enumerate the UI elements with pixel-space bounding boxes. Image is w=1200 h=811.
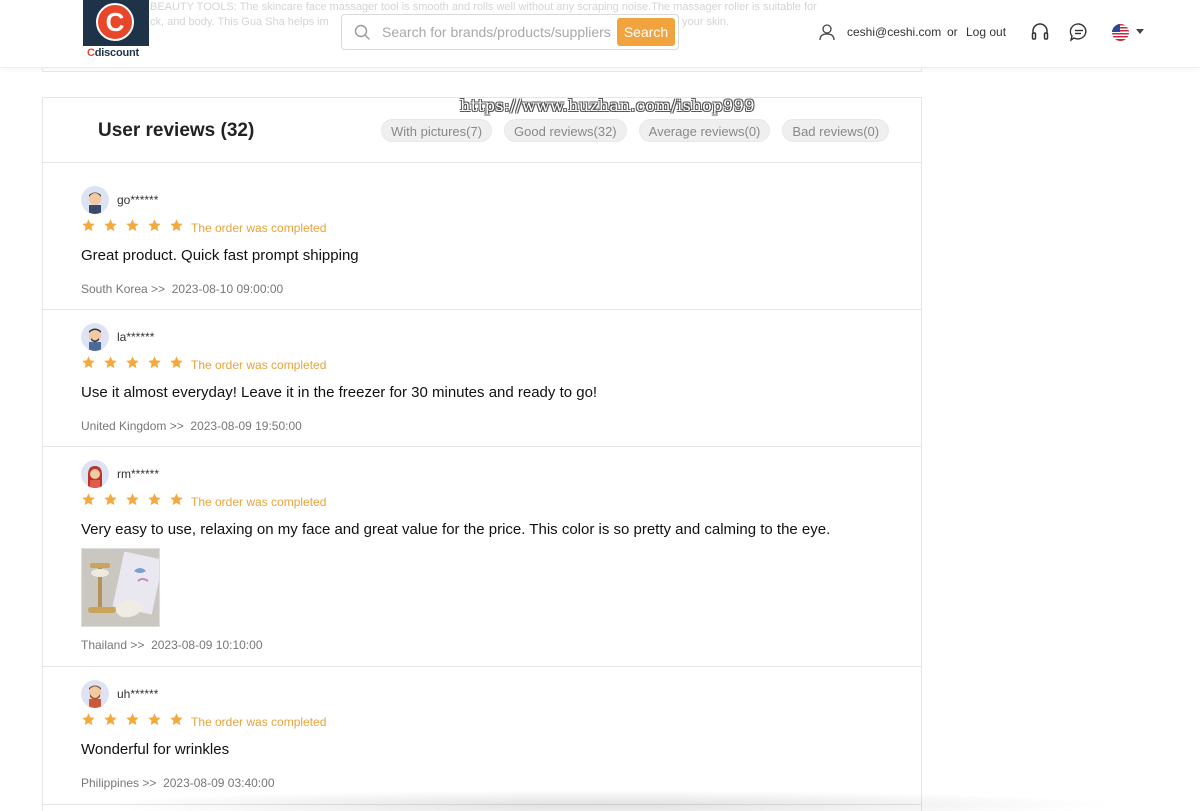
review-item: go****** The order was completed Great p… bbox=[43, 163, 921, 310]
star-icon bbox=[104, 493, 117, 506]
logout-link[interactable]: Log out bbox=[966, 25, 1006, 39]
chat-icon[interactable] bbox=[1069, 22, 1089, 42]
star-rating bbox=[81, 712, 191, 727]
star-icon bbox=[148, 493, 161, 506]
star-icon bbox=[170, 493, 183, 506]
filter-average-reviews[interactable]: Average reviews(0) bbox=[638, 119, 771, 142]
review-photo[interactable] bbox=[81, 548, 160, 627]
reviewer-name: uh****** bbox=[117, 687, 159, 701]
review-date: 2023-08-10 09:00:00 bbox=[171, 282, 284, 296]
review-meta: South Korea >> 2023-08-10 09:00:00 bbox=[81, 282, 283, 296]
review-country: United Kingdom >> bbox=[81, 419, 184, 433]
review-item: la****** The order was completed Use it … bbox=[43, 310, 921, 447]
logo-box: C bbox=[83, 0, 149, 46]
order-status: The order was completed bbox=[191, 221, 327, 235]
headset-icon[interactable] bbox=[1030, 22, 1050, 42]
user-icon[interactable] bbox=[818, 23, 836, 41]
star-icon bbox=[126, 219, 139, 232]
star-icon bbox=[82, 219, 95, 232]
star-icon bbox=[170, 219, 183, 232]
review-country: Philippines >> bbox=[81, 776, 157, 790]
avatar bbox=[81, 186, 109, 214]
review-country: South Korea >> bbox=[81, 282, 166, 296]
star-rating bbox=[81, 355, 191, 370]
search-button[interactable]: Search bbox=[617, 18, 675, 46]
search-input[interactable] bbox=[382, 15, 612, 49]
star-icon bbox=[104, 356, 117, 369]
avatar bbox=[81, 680, 109, 708]
review-date: 2023-08-09 19:50:00 bbox=[190, 419, 302, 433]
star-icon bbox=[82, 493, 95, 506]
us-flag-icon[interactable] bbox=[1112, 24, 1129, 41]
user-email[interactable]: ceshi@ceshi.com bbox=[847, 25, 941, 39]
search-bar: Search bbox=[341, 14, 679, 50]
logo-c-icon: C bbox=[96, 3, 134, 41]
star-icon bbox=[82, 713, 95, 726]
star-icon bbox=[148, 713, 161, 726]
star-icon bbox=[126, 356, 139, 369]
logo-wordmark: Cdiscount bbox=[87, 47, 139, 59]
reviewer-name: rm****** bbox=[117, 467, 160, 481]
reviewer-name: la****** bbox=[117, 330, 155, 344]
review-meta: United Kingdom >> 2023-08-09 19:50:00 bbox=[81, 419, 302, 433]
bottom-shadow bbox=[80, 790, 1120, 811]
order-status: The order was completed bbox=[191, 715, 327, 729]
star-icon bbox=[170, 356, 183, 369]
cdiscount-logo[interactable]: C Cdiscount bbox=[83, 0, 149, 62]
star-rating bbox=[81, 492, 191, 507]
avatar bbox=[81, 460, 109, 488]
star-icon bbox=[148, 356, 161, 369]
star-icon bbox=[170, 713, 183, 726]
product-description-box bbox=[42, 68, 922, 72]
filter-good-reviews[interactable]: Good reviews(32) bbox=[504, 119, 627, 142]
review-text: Wonderful for wrinkles bbox=[81, 741, 230, 758]
star-icon bbox=[126, 493, 139, 506]
star-icon bbox=[126, 713, 139, 726]
filter-with-pictures[interactable]: With pictures(7) bbox=[381, 119, 493, 142]
site-header: C Cdiscount Search ceshi@ceshi.com or Lo… bbox=[0, 0, 1200, 68]
star-rating bbox=[81, 218, 191, 233]
review-text: Great product. Quick fast prompt shippin… bbox=[81, 247, 359, 264]
review-text: Use it almost everyday! Leave it in the … bbox=[81, 384, 598, 401]
filter-bad-reviews[interactable]: Bad reviews(0) bbox=[782, 119, 890, 142]
review-meta: Philippines >> 2023-08-09 03:40:00 bbox=[81, 776, 275, 790]
star-icon bbox=[148, 219, 161, 232]
reviews-title: User reviews (32) bbox=[98, 120, 255, 141]
star-icon bbox=[104, 713, 117, 726]
review-filters: With pictures(7) Good reviews(32) Averag… bbox=[381, 119, 901, 142]
review-meta: Thailand >> 2023-08-09 10:10:00 bbox=[81, 638, 263, 652]
watermark-text: https://www.huzhan.com/ishop999 bbox=[460, 96, 756, 115]
review-country: Thailand >> bbox=[81, 638, 145, 652]
reviewer-name: go****** bbox=[117, 193, 159, 207]
star-icon bbox=[104, 219, 117, 232]
chevron-down-icon[interactable] bbox=[1136, 29, 1144, 34]
search-icon bbox=[354, 24, 370, 40]
avatar bbox=[81, 323, 109, 351]
review-text: Very easy to use, relaxing on my face an… bbox=[81, 521, 831, 538]
order-status: The order was completed bbox=[191, 495, 327, 509]
review-date: 2023-08-09 03:40:00 bbox=[163, 776, 275, 790]
review-item: rm****** The order was completed Very ea… bbox=[43, 447, 921, 667]
star-icon bbox=[82, 356, 95, 369]
user-reviews-panel: User reviews (32) With pictures(7) Good … bbox=[42, 97, 922, 811]
review-date: 2023-08-09 10:10:00 bbox=[151, 638, 263, 652]
or-separator: or bbox=[947, 25, 958, 39]
order-status: The order was completed bbox=[191, 358, 327, 372]
review-item: uh****** The order was completed Wonderf… bbox=[43, 667, 921, 805]
